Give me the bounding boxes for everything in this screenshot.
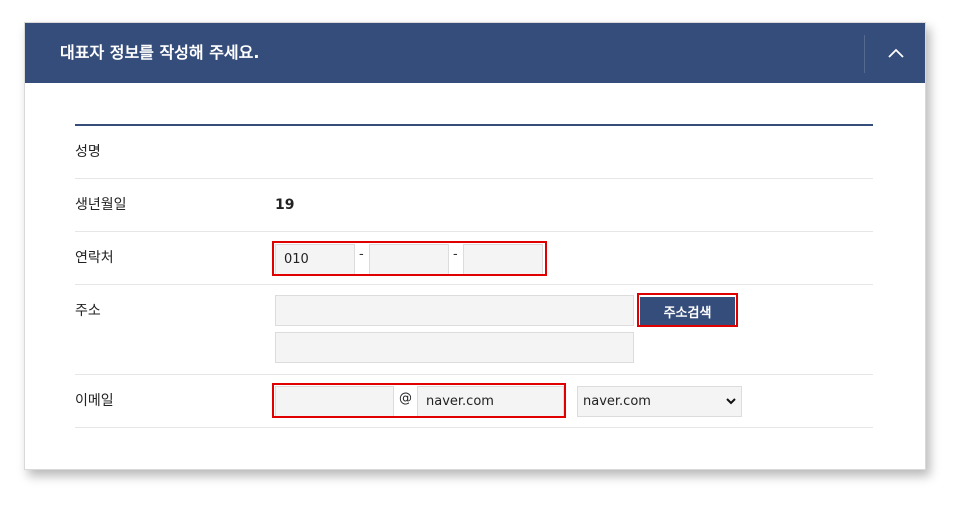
representative-info-card: 대표자 정보를 작성해 주세요. 성명 생년월일 19 연락처 - - [24,22,926,470]
address-line2-input[interactable] [275,332,634,363]
chevron-up-icon [888,48,904,58]
representative-form: 성명 생년월일 19 연락처 - - 주소 주소검색 이메일 [75,124,873,428]
header-divider [864,35,865,73]
phone-separator-1: - [359,247,364,262]
phone-label: 연락처 [75,250,114,266]
phone-part3-input[interactable] [463,244,543,275]
email-label: 이메일 [75,393,114,409]
chevron-down-icon [726,398,736,405]
phone-part1-input[interactable] [275,244,355,275]
form-row-address: 주소 주소검색 [75,285,873,375]
form-row-phone: 연락처 - - [75,232,873,285]
address-search-button[interactable]: 주소검색 [640,297,735,326]
email-domain-select[interactable]: naver.com [577,386,742,417]
address-label: 주소 [75,303,101,319]
email-local-input[interactable] [275,386,394,417]
email-domain-input[interactable] [417,386,564,417]
form-row-email: 이메일 @ naver.com [75,375,873,428]
birth-value: 19 [275,197,295,213]
card-header: 대표자 정보를 작성해 주세요. [25,23,925,83]
card-title: 대표자 정보를 작성해 주세요. [60,43,260,62]
collapse-button[interactable] [875,33,917,73]
email-domain-select-value: naver.com [583,394,651,409]
email-at-sign: @ [394,386,417,417]
phone-separator-2: - [453,247,458,262]
address-line1-input[interactable] [275,295,634,326]
phone-part2-input[interactable] [369,244,449,275]
birth-label: 생년월일 [75,197,127,213]
form-row-birth: 생년월일 19 [75,179,873,232]
name-label: 성명 [75,144,101,160]
form-row-name: 성명 [75,126,873,179]
